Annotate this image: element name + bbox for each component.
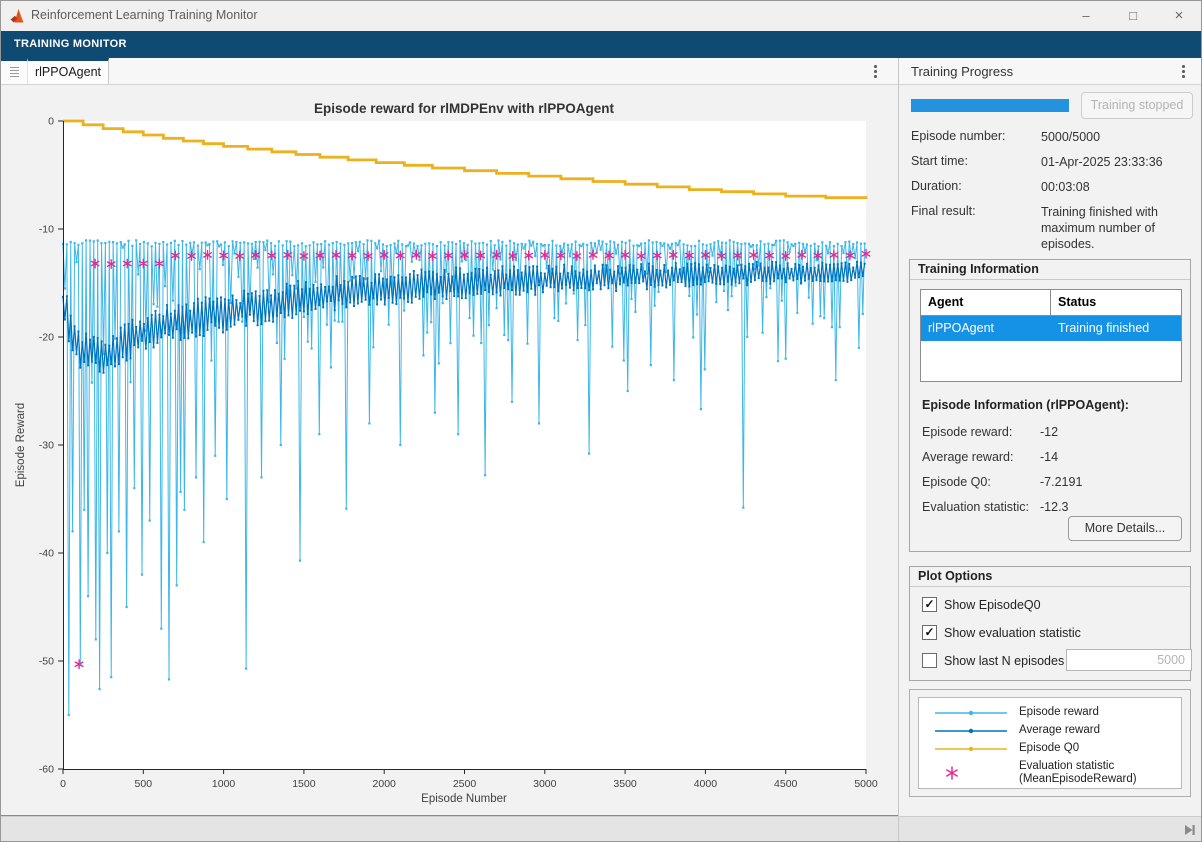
tab-grip-handle[interactable]	[1, 58, 28, 84]
x-tick-label: 4000	[694, 778, 718, 790]
training-progress-panel: Training stopped Episode number: 5000/500…	[899, 85, 1201, 816]
checkbox-checked-icon[interactable]: ✓	[922, 625, 937, 640]
legend-item: Episode reward	[933, 706, 1099, 719]
field-value: 00:03:08	[1041, 179, 1193, 195]
field-value: 5000/5000	[1041, 129, 1193, 145]
minimize-button[interactable]: –	[1069, 5, 1103, 27]
section-title: Plot Options	[918, 569, 992, 583]
tab-strip: rlPPOAgent Training Progress	[1, 58, 1201, 85]
y-tick-label: 0	[48, 116, 54, 128]
asterisk-marker-icon	[933, 764, 1009, 782]
checkbox-unchecked-icon[interactable]	[922, 653, 937, 668]
y-tick-label: -40	[39, 548, 54, 560]
col-agent: Agent	[921, 290, 1051, 315]
y-tick-label: -60	[39, 764, 54, 776]
legend-item: Evaluation statistic(MeanEpisodeReward)	[933, 760, 1137, 786]
agent-status-table: AgentStatusrlPPOAgentTraining finished	[920, 289, 1182, 382]
line-dot-marker-icon	[933, 708, 1009, 718]
legend-label: Episode Q0	[1019, 742, 1079, 755]
x-axis-label: Episode Number	[421, 793, 507, 805]
y-tick-label: -50	[39, 656, 54, 668]
legend-section: Episode reward Average reward Episode Q0 Ev…	[909, 689, 1191, 797]
field-value: 01-Apr-2025 23:33:36	[1041, 154, 1193, 170]
legend-item: Average reward	[933, 724, 1100, 737]
more-details-button[interactable]: More Details...	[1068, 516, 1182, 541]
y-axis-label: Episode Reward	[15, 403, 27, 487]
episode-field-label: Average reward:	[922, 450, 1014, 464]
section-title: Training Information	[918, 262, 1039, 276]
episode-info-title: Episode Information (rlPPOAgent):	[922, 398, 1129, 412]
x-tick-label: 1000	[212, 778, 236, 790]
skip-to-end-icon[interactable]	[1183, 823, 1196, 841]
x-tick-label: 500	[135, 778, 153, 790]
right-panel-title: Training Progress	[911, 64, 1013, 79]
y-tick-label: -30	[39, 440, 54, 452]
plot-options-section: Plot Options ✓ Show EpisodeQ0 ✓ Show evalua…	[909, 566, 1191, 681]
episode-field-value: -12.3	[1040, 500, 1069, 514]
window-title: Reinforcement Learning Training Monitor	[31, 8, 258, 22]
legend-item: Episode Q0	[933, 742, 1079, 755]
col-status: Status	[1051, 290, 1180, 315]
ribbon-tab-training-monitor[interactable]: TRAINING MONITOR	[14, 38, 127, 50]
checkbox-label: Show evaluation statistic	[944, 626, 1081, 640]
training-stopped-button[interactable]: Training stopped	[1081, 92, 1193, 119]
matlab-logo-icon	[10, 9, 26, 28]
grip-icon	[10, 67, 19, 78]
episode-field-label: Evaluation statistic:	[922, 500, 1029, 514]
x-tick-label: 1500	[292, 778, 316, 790]
checkbox-checked-icon[interactable]: ✓	[922, 597, 937, 612]
chart-panel: Episode reward for rlMDPEnv with rlPPOAg…	[1, 85, 898, 816]
episode-field-label: Episode reward:	[922, 425, 1012, 439]
app-window: Reinforcement Learning Training Monitor …	[0, 0, 1202, 842]
ribbon: TRAINING MONITOR	[1, 31, 1201, 58]
field-label: Episode number:	[911, 129, 1006, 143]
field-label: Start time:	[911, 154, 968, 168]
episode-field-value: -12	[1040, 425, 1058, 439]
panel-options-kebab-icon[interactable]	[1182, 65, 1185, 78]
last-n-episodes-input[interactable]	[1066, 649, 1192, 671]
field-label: Final result:	[911, 204, 976, 218]
table-row[interactable]: rlPPOAgentTraining finished	[921, 316, 1181, 341]
checkbox-row[interactable]: ✓ Show EpisodeQ0	[922, 597, 1041, 612]
chart-title: Episode reward for rlMDPEnv with rlPPOAg…	[314, 101, 615, 116]
episode-field-label: Episode Q0:	[922, 475, 991, 489]
checkbox-row[interactable]: ✓ Show evaluation statistic	[922, 625, 1081, 640]
x-tick-label: 4500	[774, 778, 798, 790]
cell-agent: rlPPOAgent	[921, 316, 1051, 341]
y-tick-label: -20	[39, 332, 54, 344]
episode-field-value: -7.2191	[1040, 475, 1082, 489]
table-header-row: AgentStatus	[921, 290, 1181, 316]
episode-field-value: -14	[1040, 450, 1058, 464]
line-dot-marker-icon	[933, 744, 1009, 754]
legend-label: Evaluation statistic(MeanEpisodeReward)	[1019, 760, 1137, 786]
training-information-section: Training Information AgentStatusrlPPOAge…	[909, 259, 1191, 552]
checkbox-row[interactable]: Show last N episodes	[922, 653, 1064, 668]
legend-box: Episode reward Average reward Episode Q0 Ev…	[918, 697, 1182, 789]
progress-bar	[911, 99, 1069, 112]
field-label: Duration:	[911, 179, 962, 193]
x-tick-label: 3500	[613, 778, 637, 790]
checkbox-label: Show EpisodeQ0	[944, 598, 1041, 612]
x-tick-label: 0	[60, 778, 66, 790]
tab-rlppoagent[interactable]: rlPPOAgent	[28, 58, 109, 84]
tab-options-kebab-icon[interactable]	[874, 65, 877, 78]
legend-label: Average reward	[1019, 724, 1100, 737]
x-tick-label: 2500	[453, 778, 477, 790]
maximize-button[interactable]: □	[1116, 5, 1150, 27]
x-tick-label: 5000	[854, 778, 878, 790]
training-plot: Episode reward for rlMDPEnv with rlPPOAg…	[1, 85, 898, 816]
legend-label: Episode reward	[1019, 706, 1099, 719]
status-bar	[1, 816, 1201, 842]
x-tick-label: 2000	[373, 778, 397, 790]
close-button[interactable]: ×	[1162, 5, 1196, 27]
x-tick-label: 3000	[533, 778, 557, 790]
checkbox-label: Show last N episodes	[944, 654, 1064, 668]
line-dot-marker-icon	[933, 726, 1009, 736]
cell-status: Training finished	[1051, 316, 1180, 341]
title-bar: Reinforcement Learning Training Monitor …	[1, 1, 1201, 32]
y-tick-label: -10	[39, 224, 54, 236]
field-value: Training finished with maximum number of…	[1041, 204, 1193, 252]
